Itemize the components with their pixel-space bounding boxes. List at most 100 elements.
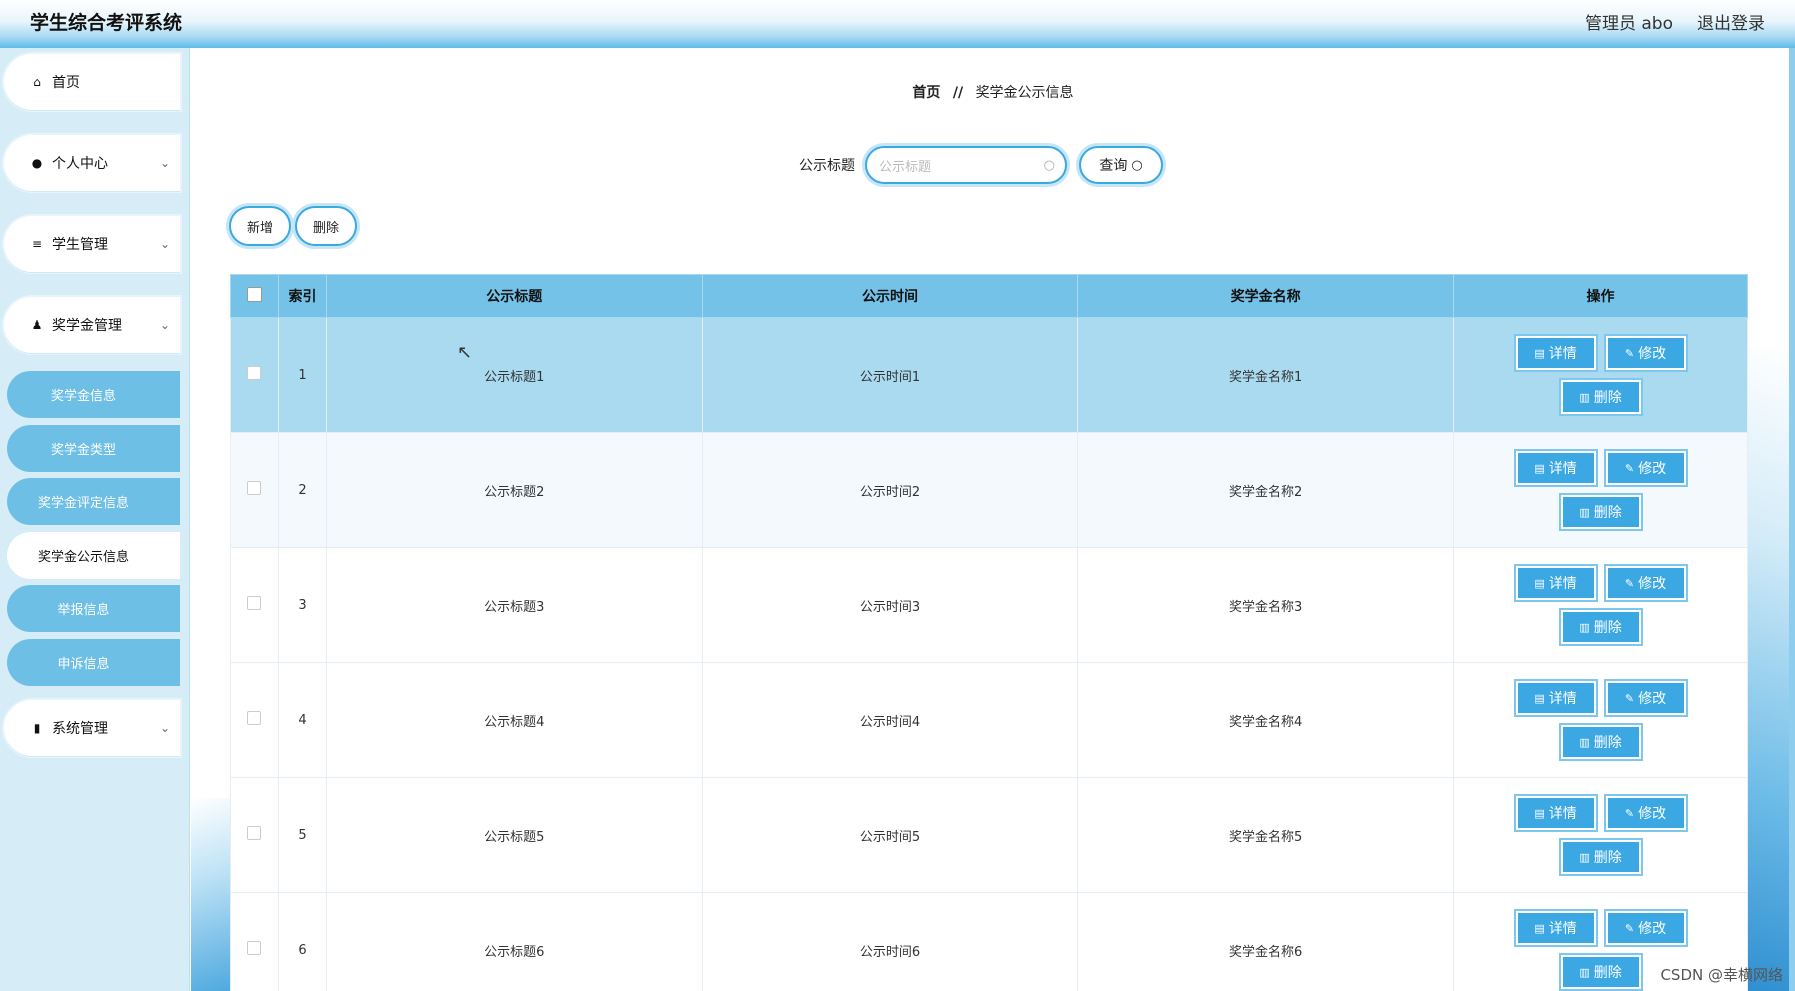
pencil-icon: ✎ bbox=[1624, 461, 1635, 475]
edit-button[interactable]: ✎ 修改 bbox=[1605, 336, 1686, 370]
detail-button-label: 详情 bbox=[1548, 576, 1577, 592]
edit-button-label: 修改 bbox=[1638, 576, 1667, 592]
row-delete-button[interactable]: ▥ 删除 bbox=[1560, 725, 1641, 759]
sidebar: ⌂ 首页 ● 个人中心 ⌄ ≡ 学生管理 ⌄ ♟ 奖学金管理 ⌄ 奖学金信息 奖… bbox=[0, 48, 190, 991]
search-row: 公示标题 公示标题 ○ 查询 ○ bbox=[799, 146, 1163, 184]
watermark: CSDN @幸横网络 bbox=[1660, 966, 1783, 984]
list-icon: ≡ bbox=[31, 237, 43, 251]
data-table: 索引 公示标题 公示时间 奖学金名称 操作 1 公示标题1 公示时间1 奖学金名… bbox=[230, 274, 1748, 991]
column-header: 操作 bbox=[1453, 274, 1748, 318]
row-delete-button[interactable]: ▥ 删除 bbox=[1560, 380, 1641, 414]
select-all-checkbox[interactable] bbox=[246, 286, 262, 302]
column-header: 公示时间 bbox=[701, 274, 1079, 318]
table-row[interactable]: 6 公示标题6 公示时间6 奖学金名称6 ▤ 详情 ✎ 修改 ▥ 删除 bbox=[230, 892, 1748, 991]
edit-button[interactable]: ✎ 修改 bbox=[1605, 566, 1686, 600]
row-delete-button[interactable]: ▥ 删除 bbox=[1560, 495, 1641, 529]
detail-button[interactable]: ▤ 详情 bbox=[1515, 451, 1596, 485]
query-button[interactable]: 查询 ○ bbox=[1079, 146, 1163, 184]
row-checkbox[interactable] bbox=[247, 481, 262, 495]
table-row[interactable]: 3 公示标题3 公示时间3 奖学金名称3 ▤ 详情 ✎ 修改 ▥ 删除 bbox=[230, 547, 1748, 663]
pencil-icon: ✎ bbox=[1624, 921, 1635, 935]
edit-button[interactable]: ✎ 修改 bbox=[1605, 911, 1686, 945]
chevron-down-icon: ⌄ bbox=[159, 721, 170, 735]
user-name[interactable]: 管理员 abo bbox=[1585, 9, 1673, 34]
sidebar-item-label: 个人中心 bbox=[52, 156, 108, 172]
breadcrumb-home[interactable]: 首页 bbox=[912, 85, 940, 101]
sidebar-item-student-management[interactable]: ≡ 学生管理 ⌄ bbox=[4, 216, 180, 272]
delete-button[interactable]: 删除 bbox=[295, 206, 357, 246]
row-checkbox[interactable] bbox=[247, 711, 262, 725]
column-header: 公示标题 bbox=[325, 274, 703, 318]
table-row[interactable]: 5 公示标题5 公示时间5 奖学金名称5 ▤ 详情 ✎ 修改 ▥ 删除 bbox=[230, 777, 1748, 893]
breadcrumb: 首页 // 奖学金公示信息 bbox=[191, 82, 1795, 102]
cell-operations: ▤ 详情 ✎ 修改 ▥ 删除 bbox=[1453, 547, 1748, 663]
submenu-appeal-info[interactable]: 申诉信息 bbox=[7, 639, 180, 686]
cell-title: 公示标题2 bbox=[325, 432, 703, 548]
detail-button[interactable]: ▤ 详情 bbox=[1515, 796, 1596, 830]
cell-time: 公示时间6 bbox=[701, 892, 1079, 991]
edit-button-label: 修改 bbox=[1638, 806, 1667, 822]
sidebar-item-system-management[interactable]: ▮ 系统管理 ⌄ bbox=[4, 700, 180, 756]
detail-button[interactable]: ▤ 详情 bbox=[1515, 681, 1596, 715]
pencil-icon: ✎ bbox=[1624, 691, 1635, 705]
sidebar-item-scholarship-management[interactable]: ♟ 奖学金管理 ⌄ bbox=[4, 297, 180, 353]
table-row[interactable]: 4 公示标题4 公示时间4 奖学金名称4 ▤ 详情 ✎ 修改 ▥ 删除 bbox=[230, 662, 1748, 778]
cell-operations: ▤ 详情 ✎ 修改 ▥ 删除 bbox=[1453, 432, 1748, 548]
query-button-label: 查询 bbox=[1099, 158, 1128, 174]
document-icon: ▤ bbox=[1534, 461, 1545, 475]
row-checkbox[interactable] bbox=[247, 941, 262, 955]
cell-title: 公示标题3 bbox=[325, 547, 703, 663]
cell-title: 公示标题1 bbox=[325, 317, 703, 433]
row-checkbox[interactable] bbox=[247, 596, 262, 610]
cell-operations: ▤ 详情 ✎ 修改 ▥ 删除 bbox=[1453, 662, 1748, 778]
edit-button[interactable]: ✎ 修改 bbox=[1605, 451, 1686, 485]
submenu-report-info[interactable]: 举报信息 bbox=[7, 585, 180, 632]
submenu-scholarship-evaluation[interactable]: 奖学金评定信息 bbox=[7, 478, 180, 525]
detail-button[interactable]: ▤ 详情 bbox=[1515, 566, 1596, 600]
decorative-wave-left bbox=[191, 798, 231, 991]
row-delete-button[interactable]: ▥ 删除 bbox=[1560, 610, 1641, 644]
table-row[interactable]: 2 公示标题2 公示时间2 奖学金名称2 ▤ 详情 ✎ 修改 ▥ 删除 bbox=[230, 432, 1748, 548]
sidebar-item-home[interactable]: ⌂ 首页 bbox=[4, 54, 180, 110]
delete-button-label: 删除 bbox=[1593, 390, 1622, 406]
cell-scholarship-name: 奖学金名称5 bbox=[1077, 777, 1455, 893]
sidebar-item-personal-center[interactable]: ● 个人中心 ⌄ bbox=[4, 135, 180, 191]
edit-button-label: 修改 bbox=[1638, 921, 1667, 937]
detail-button[interactable]: ▤ 详情 bbox=[1515, 336, 1596, 370]
row-delete-button[interactable]: ▥ 删除 bbox=[1560, 955, 1641, 989]
delete-button-label: 删除 bbox=[1593, 735, 1622, 751]
row-delete-button[interactable]: ▥ 删除 bbox=[1560, 840, 1641, 874]
edit-button-label: 修改 bbox=[1638, 691, 1667, 707]
trash-icon: ▥ bbox=[1579, 965, 1590, 979]
submenu-scholarship-info[interactable]: 奖学金信息 bbox=[7, 371, 180, 418]
chevron-down-icon: ⌄ bbox=[159, 156, 170, 170]
cell-title: 公示标题6 bbox=[325, 892, 703, 991]
detail-button-label: 详情 bbox=[1548, 346, 1577, 362]
table-row[interactable]: 1 公示标题1 公示时间1 奖学金名称1 ▤ 详情 ✎ 修改 ▥ 删除 bbox=[230, 317, 1748, 433]
delete-button-label: 删除 bbox=[1593, 505, 1622, 521]
detail-button[interactable]: ▤ 详情 bbox=[1515, 911, 1596, 945]
row-checkbox[interactable] bbox=[247, 826, 262, 840]
scrollbar[interactable] bbox=[1789, 48, 1795, 991]
delete-button-label: 删除 bbox=[1593, 965, 1622, 981]
edit-button[interactable]: ✎ 修改 bbox=[1605, 796, 1686, 830]
cell-index: 6 bbox=[277, 892, 327, 991]
cell-time: 公示时间2 bbox=[701, 432, 1079, 548]
user-icon: ● bbox=[31, 156, 43, 170]
search-input[interactable]: 公示标题 ○ bbox=[865, 146, 1067, 184]
submenu-scholarship-announcement[interactable]: 奖学金公示信息 bbox=[7, 532, 180, 579]
sidebar-item-label: 首页 bbox=[52, 75, 80, 91]
cell-index: 1 bbox=[277, 317, 327, 433]
trash-icon: ▥ bbox=[1579, 850, 1590, 864]
logout-link[interactable]: 退出登录 bbox=[1697, 9, 1765, 34]
sidebar-item-label: 学生管理 bbox=[52, 237, 108, 253]
cell-title: 公示标题4 bbox=[325, 662, 703, 778]
cell-scholarship-name: 奖学金名称2 bbox=[1077, 432, 1455, 548]
edit-button[interactable]: ✎ 修改 bbox=[1605, 681, 1686, 715]
add-button[interactable]: 新增 bbox=[229, 206, 291, 246]
cell-index: 2 bbox=[277, 432, 327, 548]
row-checkbox[interactable] bbox=[247, 366, 262, 380]
chevron-down-icon: ⌄ bbox=[159, 318, 170, 332]
submenu-scholarship-type[interactable]: 奖学金类型 bbox=[7, 425, 180, 472]
cell-index: 3 bbox=[277, 547, 327, 663]
